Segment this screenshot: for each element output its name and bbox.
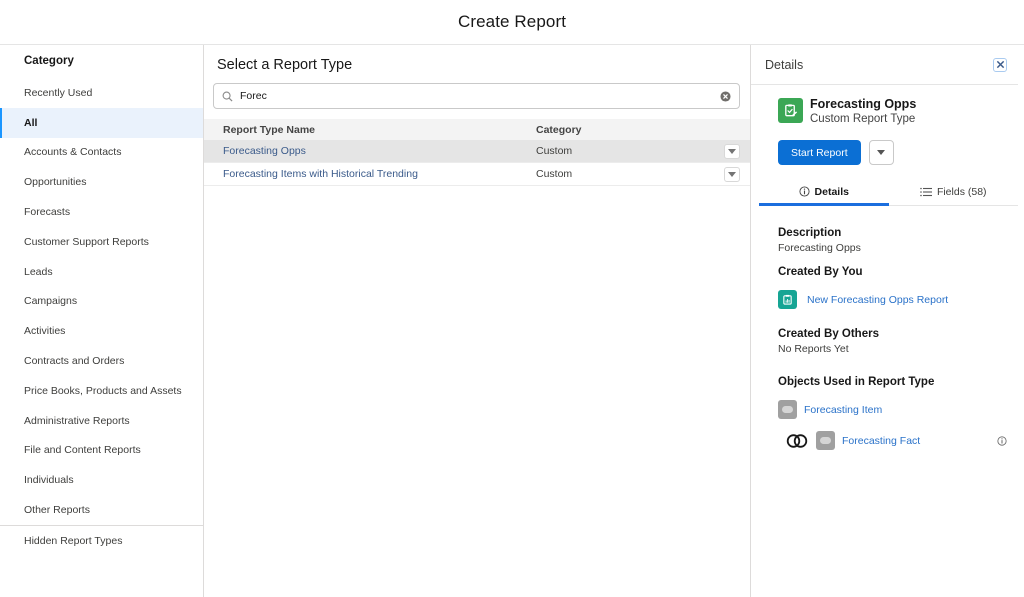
chevron-down-icon bbox=[728, 171, 736, 177]
search-icon bbox=[222, 90, 234, 102]
created-by-others-text: No Reports Yet bbox=[778, 343, 849, 355]
sidebar-item-leads[interactable]: Leads bbox=[0, 257, 203, 287]
list-icon bbox=[920, 187, 932, 197]
object-link-forecasting-item[interactable]: Forecasting Item bbox=[804, 404, 882, 416]
objects-section: Objects Used in Report Type Forecasting … bbox=[751, 376, 1024, 450]
sidebar-item-customer-support-reports[interactable]: Customer Support Reports bbox=[0, 227, 203, 257]
details-panel: Details Forecasting Opps Custom Report T… bbox=[751, 45, 1024, 597]
new-report-link[interactable]: New Forecasting Opps Report bbox=[807, 294, 948, 306]
details-tabs: Details Fields (58) bbox=[759, 178, 1018, 206]
panel-title: Select a Report Type bbox=[217, 57, 353, 73]
report-actions: Start Report bbox=[751, 127, 1024, 165]
sidebar-item-forecasts[interactable]: Forecasts bbox=[0, 197, 203, 227]
row-actions-button[interactable] bbox=[724, 143, 740, 159]
description-text: Forecasting Opps bbox=[778, 242, 861, 254]
search-box[interactable] bbox=[213, 83, 740, 109]
description-label: Description bbox=[778, 227, 842, 239]
report-type-panel: Select a Report Type Report Type Name Ca… bbox=[204, 45, 751, 597]
join-icon bbox=[786, 433, 808, 448]
tab-fields[interactable]: Fields (58) bbox=[889, 178, 1019, 205]
report-type-link[interactable]: Forecasting Items with Historical Trendi… bbox=[223, 168, 418, 180]
sidebar-item-contracts-and-orders[interactable]: Contracts and Orders bbox=[0, 346, 203, 376]
sidebar-item-other-reports[interactable]: Other Reports bbox=[0, 495, 203, 525]
row-actions-button[interactable] bbox=[724, 166, 740, 182]
created-by-you-label: Created By You bbox=[778, 266, 863, 278]
close-icon bbox=[996, 60, 1004, 69]
object-item: Forecasting Item bbox=[778, 400, 1024, 419]
sidebar-item-accounts-contacts[interactable]: Accounts & Contacts bbox=[0, 138, 203, 168]
details-title: Details bbox=[765, 57, 804, 72]
objects-label: Objects Used in Report Type bbox=[778, 376, 935, 388]
table-header: Report Type Name Category bbox=[204, 119, 750, 140]
sidebar-item-file-and-content-reports[interactable]: File and Content Reports bbox=[0, 436, 203, 466]
sidebar-item-price-books-products-and-assets[interactable]: Price Books, Products and Assets bbox=[0, 376, 203, 406]
created-by-you-section: Created By You New Forecasting Opps Repo… bbox=[751, 266, 1024, 309]
details-header: Details bbox=[751, 45, 1018, 85]
object-icon bbox=[816, 431, 835, 450]
sidebar-item-opportunities[interactable]: Opportunities bbox=[0, 167, 203, 197]
tab-details-label: Details bbox=[814, 185, 849, 198]
modal-header: Create Report bbox=[0, 0, 1024, 45]
report-type-category: Custom bbox=[536, 145, 573, 157]
category-heading: Category bbox=[24, 55, 74, 67]
report-type-table: Report Type Name Category Forecasting Op… bbox=[204, 119, 750, 186]
sidebar-item-campaigns[interactable]: Campaigns bbox=[0, 287, 203, 317]
object-item: Forecasting Fact bbox=[778, 431, 1024, 450]
category-sidebar: Category Recently Used All Accounts & Cont… bbox=[0, 45, 204, 597]
sidebar-item-administrative-reports[interactable]: Administrative Reports bbox=[0, 406, 203, 436]
table-row[interactable]: Forecasting Opps Custom bbox=[204, 140, 750, 163]
tab-fields-label: Fields (58) bbox=[936, 185, 987, 198]
report-type-icon bbox=[778, 98, 803, 123]
column-header-category: Category bbox=[536, 123, 582, 136]
report-type-header: Forecasting Opps Custom Report Type bbox=[751, 85, 1024, 127]
object-link-forecasting-fact[interactable]: Forecasting Fact bbox=[842, 435, 920, 447]
sidebar-item-activities[interactable]: Activities bbox=[0, 316, 203, 346]
chevron-down-icon bbox=[728, 148, 736, 154]
clear-search-icon[interactable] bbox=[720, 90, 731, 102]
modal-title: Create Report bbox=[457, 12, 567, 31]
report-type-category: Custom bbox=[536, 168, 573, 180]
object-icon bbox=[778, 400, 797, 419]
search-input[interactable] bbox=[240, 90, 720, 102]
modal-body: Category Recently Used All Accounts & Cont… bbox=[0, 45, 1024, 597]
start-report-button[interactable]: Start Report bbox=[778, 140, 861, 165]
info-icon bbox=[798, 186, 810, 197]
created-by-others-label: Created By Others bbox=[778, 328, 879, 340]
report-type-name: Forecasting Opps bbox=[810, 97, 917, 111]
sidebar-item-hidden-report-types[interactable]: Hidden Report Types bbox=[0, 526, 203, 556]
created-report-item: New Forecasting Opps Report bbox=[778, 290, 1024, 309]
report-type-link[interactable]: Forecasting Opps bbox=[223, 145, 306, 157]
table-row[interactable]: Forecasting Items with Historical Trendi… bbox=[204, 163, 750, 186]
chevron-down-icon bbox=[877, 150, 886, 155]
sidebar-item-all[interactable]: All bbox=[0, 107, 203, 138]
report-type-subtitle: Custom Report Type bbox=[810, 113, 916, 125]
close-details-button[interactable] bbox=[993, 57, 1007, 72]
more-actions-button[interactable] bbox=[868, 140, 894, 165]
description-section: Description Forecasting Opps bbox=[751, 227, 1024, 254]
column-header-name: Report Type Name bbox=[223, 123, 315, 136]
sidebar-item-individuals[interactable]: Individuals bbox=[0, 465, 203, 495]
report-icon bbox=[778, 290, 797, 309]
created-by-others-section: Created By Others No Reports Yet bbox=[751, 328, 1024, 355]
info-icon[interactable] bbox=[997, 435, 1007, 446]
sidebar-item-recently-used[interactable]: Recently Used bbox=[0, 78, 203, 108]
tab-details[interactable]: Details bbox=[759, 178, 889, 206]
